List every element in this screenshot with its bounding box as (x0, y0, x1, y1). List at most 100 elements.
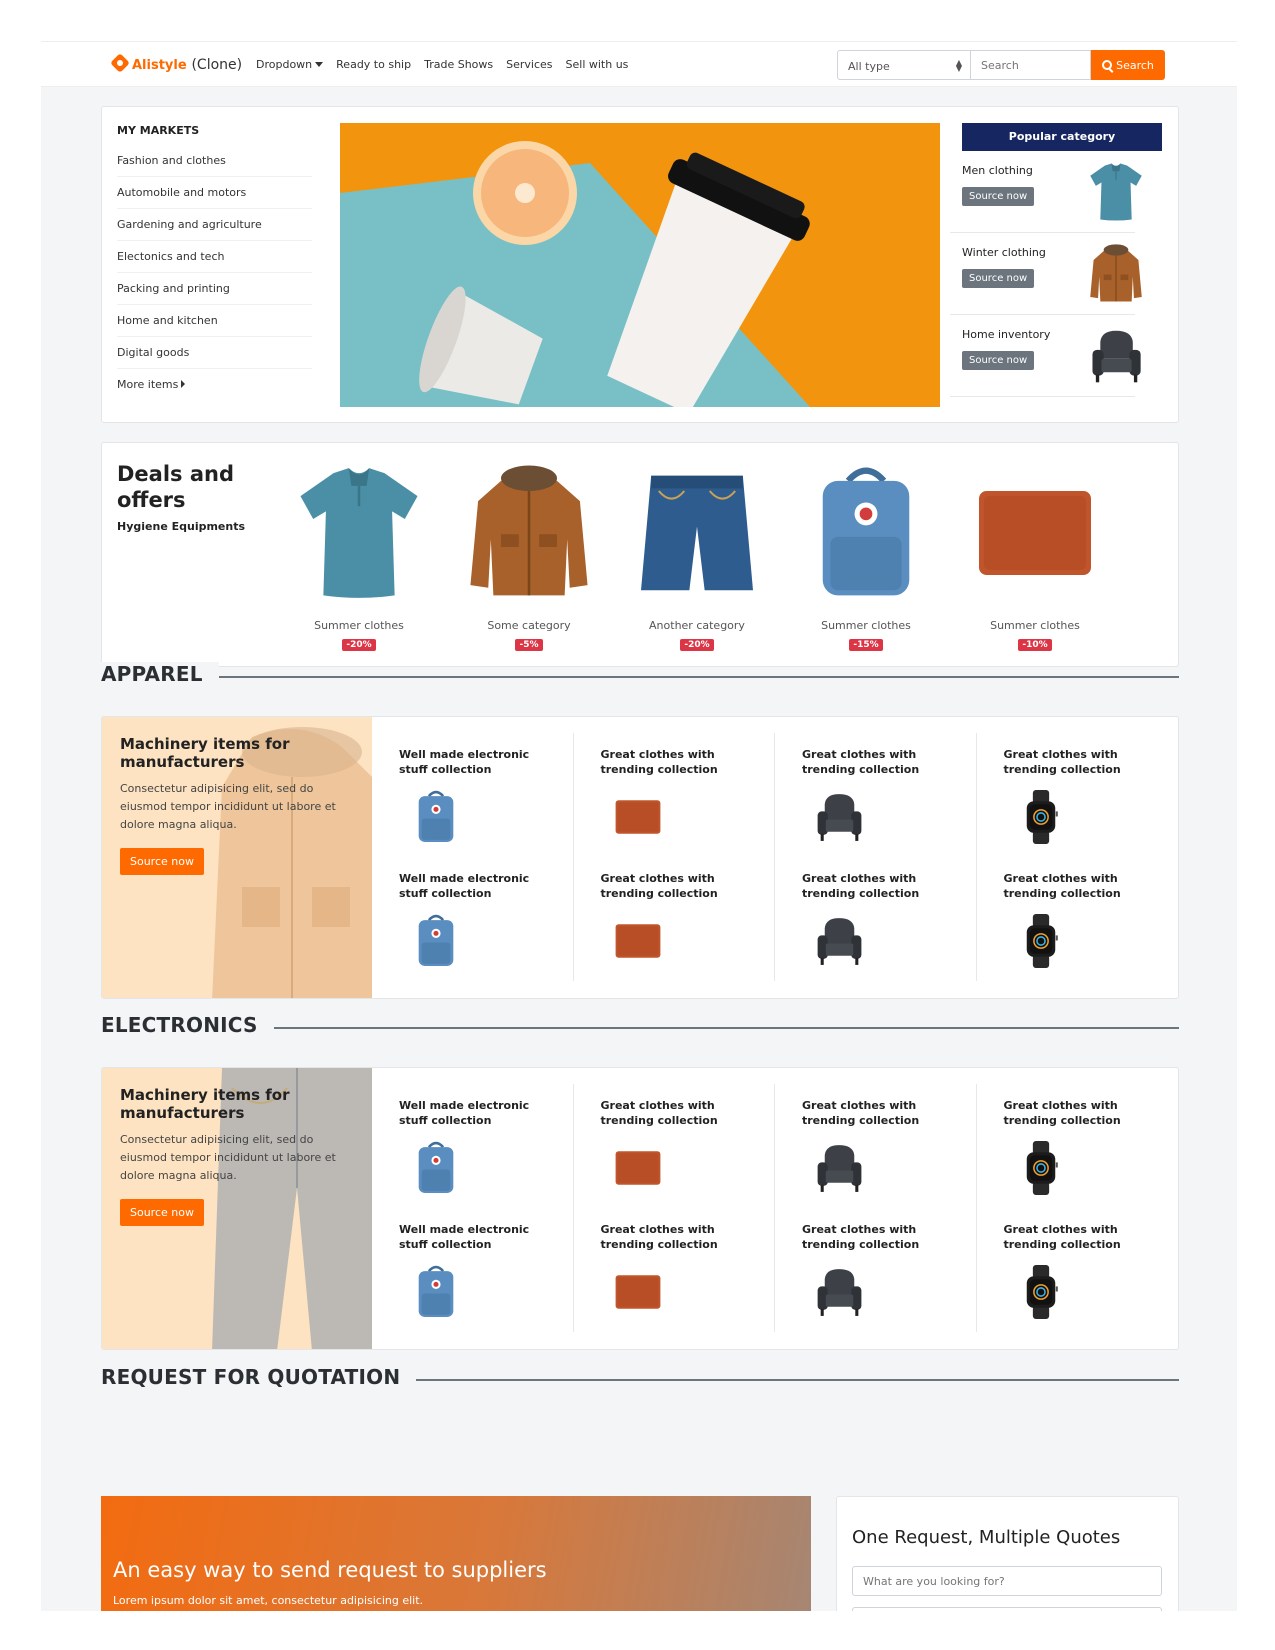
rfq-form: One Request, Multiple Quotes (836, 1496, 1179, 1611)
product-title: Great clothes with trending collection (1003, 748, 1121, 776)
nav-links: Dropdown Ready to ship Trade Shows Servi… (256, 58, 628, 71)
brand-logo[interactable]: Alistyle (Clone) (110, 53, 243, 73)
hero-banner-image[interactable] (340, 123, 940, 407)
market-item[interactable]: Packing and printing (117, 273, 312, 305)
deal-label: Summer clothes (821, 619, 911, 632)
shorts-icon (632, 463, 762, 603)
product-title: Well made electronic stuff collection (399, 1099, 530, 1127)
deal-label: Summer clothes (990, 619, 1080, 632)
source-now-button[interactable]: Source now (962, 351, 1035, 370)
product-title: Great clothes with trending collection (802, 1223, 920, 1251)
product-item[interactable]: Great clothes with trending collection (574, 857, 775, 981)
brand-name: Alistyle (132, 58, 187, 73)
logo-icon (110, 53, 130, 73)
brand-suffix: (Clone) (191, 57, 243, 73)
nav-link-dropdown[interactable]: Dropdown (256, 58, 324, 71)
product-title: Well made electronic stuff collection (399, 748, 530, 776)
deal-item[interactable]: Some category -5% (454, 463, 604, 651)
armchair-icon (809, 789, 869, 845)
caret-right-icon (181, 380, 186, 388)
product-item[interactable]: Great clothes with trending collection (775, 857, 977, 981)
product-item[interactable]: Great clothes with trending collection (775, 1084, 977, 1208)
deal-item[interactable]: Summer clothes -10% (960, 463, 1110, 651)
product-item[interactable]: Well made electronic stuff collection (372, 733, 574, 857)
product-item[interactable]: Great clothes with trending collection (977, 857, 1179, 981)
source-now-button[interactable]: Source now (962, 187, 1035, 206)
product-item[interactable]: Great clothes with trending collection (977, 1208, 1179, 1332)
tshirt-icon (1088, 161, 1144, 223)
nav-link-services[interactable]: Services (506, 58, 552, 71)
deal-label: Summer clothes (314, 619, 404, 632)
product-item[interactable]: Great clothes with trending collection (977, 733, 1179, 857)
product-title: Great clothes with trending collection (1003, 1099, 1121, 1127)
product-item[interactable]: Great clothes with trending collection (574, 1084, 775, 1208)
product-item[interactable]: Great clothes with trending collection (574, 733, 775, 857)
wallet-icon (970, 463, 1100, 603)
search-button[interactable]: Search (1091, 50, 1165, 80)
market-item[interactable]: Fashion and clothes (117, 145, 312, 177)
market-item-more[interactable]: More items (117, 369, 312, 401)
product-title: Great clothes with trending collection (600, 1223, 718, 1251)
product-item[interactable]: Great clothes with trending collection (977, 1084, 1179, 1208)
market-item[interactable]: Electonics and tech (117, 241, 312, 273)
section-title: ELECTRONICS (101, 1013, 274, 1037)
product-item[interactable]: Well made electronic stuff collection (372, 1084, 574, 1208)
popular-item-name: Men clothing (962, 164, 1033, 177)
rfq-banner: An easy way to send request to suppliers… (101, 1496, 811, 1611)
product-item[interactable]: Great clothes with trending collection (574, 1208, 775, 1332)
popular-item-name: Home inventory (962, 328, 1051, 341)
market-item[interactable]: Gardening and agriculture (117, 209, 312, 241)
market-item[interactable]: Automobile and motors (117, 177, 312, 209)
promo-title: Machinery items for manufacturers (120, 1086, 290, 1122)
wallet-icon (608, 1264, 668, 1320)
promo-title: Machinery items for manufacturers (120, 735, 290, 771)
promo-panel: Machinery items for manufacturers Consec… (102, 1068, 372, 1349)
popular-item-name: Winter clothing (962, 246, 1046, 259)
product-item[interactable]: Well made electronic stuff collection (372, 1208, 574, 1332)
deal-label: Some category (487, 619, 571, 632)
smartwatch-icon (1011, 1264, 1071, 1320)
popular-item: Men clothing Source now (950, 151, 1135, 233)
promo-text: Consectetur adipisicing elit, sed do eiu… (120, 782, 336, 831)
apparel-block: Machinery items for manufacturers Consec… (101, 716, 1179, 999)
section-title: REQUEST FOR QUOTATION (101, 1365, 417, 1389)
product-item[interactable]: Great clothes with trending collection (775, 1208, 977, 1332)
product-item[interactable]: Well made electronic stuff collection (372, 857, 574, 981)
product-title: Great clothes with trending collection (1003, 872, 1121, 900)
product-title: Great clothes with trending collection (802, 748, 920, 776)
search-button-label: Search (1116, 58, 1154, 72)
deal-item[interactable]: Summer clothes -20% (284, 463, 434, 651)
deal-item[interactable]: Another category -20% (622, 463, 772, 651)
deals-subtitle: Hygiene Equipments (117, 520, 246, 533)
market-item[interactable]: Digital goods (117, 337, 312, 369)
source-now-button[interactable]: Source now (962, 269, 1035, 288)
market-item-label: More items (117, 378, 179, 391)
electronics-heading: ELECTRONICS (101, 1013, 1179, 1039)
page: Alistyle (Clone) Dropdown Ready to ship … (41, 41, 1237, 1611)
nav-link-sell-with-us[interactable]: Sell with us (566, 58, 629, 71)
search-type-select[interactable]: All type ▲ ▼ (837, 50, 971, 80)
promo-panel: Machinery items for manufacturers Consec… (102, 717, 372, 998)
nav-link-ready-to-ship[interactable]: Ready to ship (336, 58, 411, 71)
deal-item[interactable]: Summer clothes -15% (791, 463, 941, 651)
armchair-icon (1088, 325, 1144, 387)
select-arrows-icon: ▲ ▼ (955, 58, 962, 73)
armchair-icon (809, 913, 869, 969)
rfq-search-input[interactable] (852, 1566, 1162, 1596)
nav-link-label: Dropdown (256, 58, 313, 71)
rfq-second-field[interactable] (852, 1607, 1162, 1611)
source-now-button[interactable]: Source now (120, 1199, 204, 1226)
market-item[interactable]: Home and kitchen (117, 305, 312, 337)
discount-badge: -15% (849, 639, 883, 651)
search-type-value: All type (848, 60, 890, 73)
discount-badge: -10% (1018, 639, 1052, 651)
source-now-button[interactable]: Source now (120, 848, 204, 875)
nav-link-trade-shows[interactable]: Trade Shows (424, 58, 493, 71)
discount-badge: -20% (680, 639, 714, 651)
product-title: Well made electronic stuff collection (399, 1223, 530, 1251)
product-item[interactable]: Great clothes with trending collection (775, 733, 977, 857)
coffee-cups-illustration (340, 123, 940, 407)
smartwatch-icon (1011, 1140, 1071, 1196)
rfq-heading: REQUEST FOR QUOTATION (101, 1365, 1179, 1391)
search-input[interactable] (971, 50, 1091, 80)
